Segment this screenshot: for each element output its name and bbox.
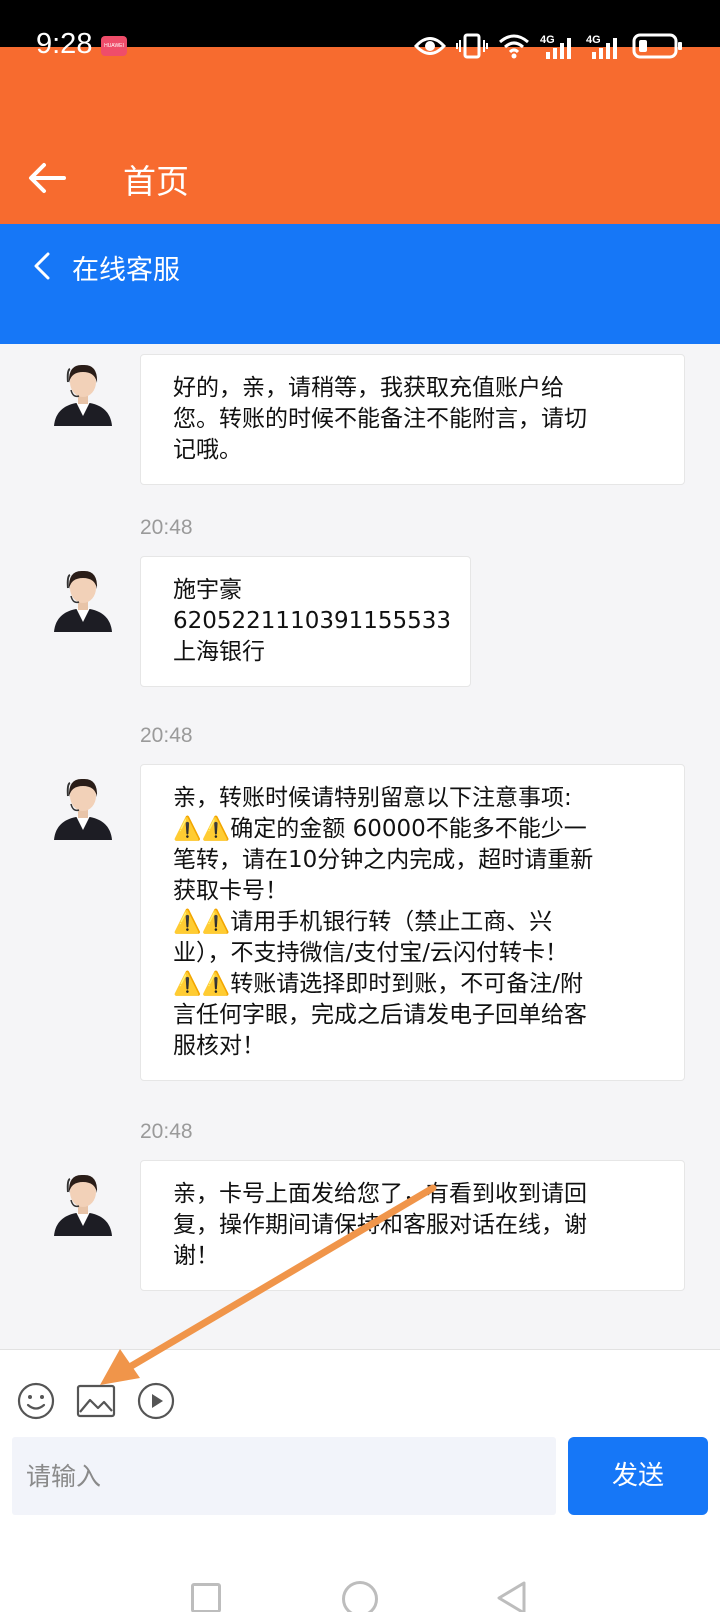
chevron-left-icon[interactable] (31, 251, 53, 281)
wifi-icon (499, 34, 529, 59)
agent-avatar (48, 1166, 118, 1236)
status-icons: 4G 4G (414, 28, 684, 64)
battery-icon (632, 33, 682, 59)
message-timestamp: 20:48 (140, 724, 193, 747)
recent-apps-icon[interactable] (191, 1583, 221, 1612)
brand-badge: HUAWEI (101, 36, 127, 56)
agent-avatar (48, 356, 118, 426)
agent-avatar (48, 770, 118, 840)
status-time: 9:28 (36, 28, 93, 60)
composer: 发送 (0, 1349, 720, 1612)
video-icon[interactable] (136, 1381, 176, 1421)
chat-scroll-area[interactable]: 好的，亲，请稍等，我获取充值账户给 您。转账的时候不能备注不能附言，请切 记哦。… (0, 344, 720, 1349)
message-input[interactable] (12, 1437, 556, 1515)
send-button[interactable]: 发送 (568, 1437, 708, 1515)
eye-icon (414, 37, 446, 55)
signal-4g-icon: 4G (540, 34, 571, 59)
message-bubble: 好的，亲，请稍等，我获取充值账户给 您。转账的时候不能备注不能附言，请切 记哦。 (140, 354, 685, 485)
back-icon[interactable] (494, 1580, 528, 1612)
signal-4g-icon-2: 4G (586, 34, 617, 59)
image-icon[interactable] (76, 1381, 116, 1421)
message-timestamp: 20:48 (140, 1120, 193, 1143)
message-input-wrapper (12, 1437, 556, 1515)
vibrate-icon (456, 33, 488, 59)
back-arrow-icon[interactable] (26, 157, 68, 199)
page-title: 首页 (123, 162, 189, 201)
svg-text:4G: 4G (540, 34, 555, 46)
chat-title: 在线客服 (72, 255, 180, 286)
home-icon[interactable] (342, 1581, 378, 1612)
emoji-icon[interactable] (16, 1381, 56, 1421)
message-bubble: 施宇豪 6205221110391155533 上海银行 (140, 556, 471, 687)
message-bubble: 亲，卡号上面发给您了，有看到收到请回 复，操作期间请保持和客服对话在线，谢 谢！ (140, 1160, 685, 1291)
message-bubble: 亲，转账时候请特别留意以下注意事项: ⚠️⚠️确定的金额 60000不能多不能少… (140, 764, 685, 1081)
svg-text:4G: 4G (586, 34, 601, 46)
app-header (0, 47, 720, 224)
agent-avatar (48, 562, 118, 632)
message-timestamp: 20:48 (140, 516, 193, 539)
